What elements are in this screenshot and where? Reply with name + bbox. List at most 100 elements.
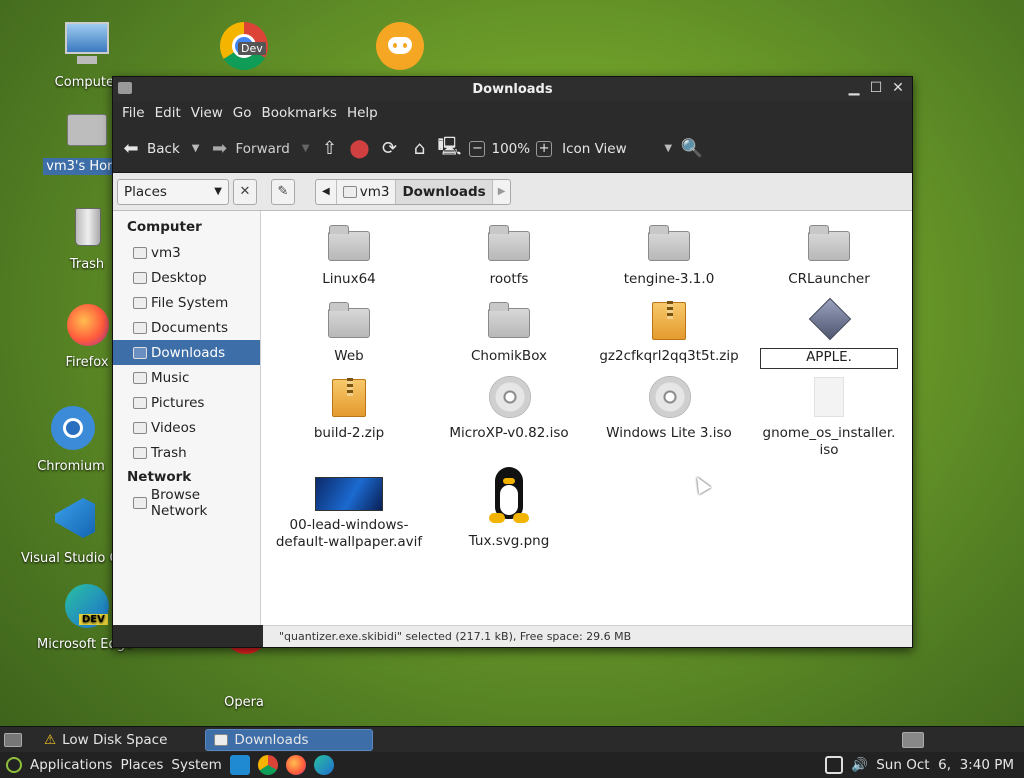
document-icon xyxy=(806,375,852,419)
computer-icon[interactable]: 🖳 xyxy=(437,136,461,159)
folder-icon xyxy=(133,396,147,409)
file-name: Linux64 xyxy=(322,271,376,287)
discord-icon[interactable] xyxy=(376,22,424,70)
back-button[interactable]: ⬅ Back ▼ xyxy=(121,138,200,159)
file-item[interactable]: gz2cfkqrl2qq3t5t.zip xyxy=(589,298,749,365)
file-item[interactable]: Linux64 xyxy=(269,221,429,288)
menu-view[interactable]: View xyxy=(186,105,228,121)
menu-file[interactable]: File xyxy=(117,105,150,121)
search-icon[interactable]: 🔍 xyxy=(681,138,703,159)
file-item[interactable]: Windows Lite 3.iso xyxy=(589,375,749,442)
applications-logo-icon[interactable] xyxy=(6,757,22,773)
task-low-disk-space[interactable]: ⚠ Low Disk Space xyxy=(36,729,175,751)
view-mode-select[interactable]: Icon View ▼ xyxy=(562,141,672,157)
breadcrumb-left-arrow[interactable]: ◀ xyxy=(316,179,337,204)
forward-button[interactable]: ➡ Forward ▼ xyxy=(209,138,310,159)
home-icon[interactable]: ⌂ xyxy=(409,138,429,159)
file-item[interactable]: build-2.zip xyxy=(269,375,429,442)
file-item[interactable]: Web xyxy=(269,298,429,365)
menu-go[interactable]: Go xyxy=(228,105,257,121)
file-item[interactable]: Tux.svg.png xyxy=(429,467,589,550)
edge-launcher-icon[interactable] xyxy=(313,755,334,775)
folder-icon xyxy=(118,82,132,94)
menu-places[interactable]: Places xyxy=(120,757,163,773)
file-item[interactable]: MicroXP-v0.82.iso xyxy=(429,375,589,442)
breadcrumb-downloads[interactable]: Downloads xyxy=(396,179,493,204)
folder-icon xyxy=(214,733,229,746)
menu-bookmarks[interactable]: Bookmarks xyxy=(257,105,342,121)
window-titlebar[interactable]: Downloads ▁ ☐ ✕ xyxy=(113,77,912,101)
folder-icon xyxy=(133,246,147,259)
file-item[interactable]: gnome_os_installer. iso xyxy=(749,375,909,459)
sidebar-item-documents[interactable]: Documents xyxy=(113,315,260,340)
desktop-icon-label: Firefox xyxy=(65,355,109,370)
sidebar-item-desktop[interactable]: Desktop xyxy=(113,265,260,290)
file-name: Web xyxy=(334,348,364,364)
file-name: MicroXP-v0.82.iso xyxy=(449,425,569,441)
sidebar-item-downloads[interactable]: Downloads xyxy=(113,340,260,365)
vscode-launcher-icon[interactable] xyxy=(229,755,250,775)
task-downloads[interactable]: Downloads xyxy=(205,728,374,751)
network-icon[interactable] xyxy=(825,756,844,774)
reload-icon[interactable]: ⟳ xyxy=(379,138,399,159)
content-area: Computer vm3 Desktop File System Documents Do… xyxy=(113,211,912,625)
rename-input[interactable]: APPLE. xyxy=(760,348,898,369)
menu-system[interactable]: System xyxy=(171,757,221,773)
close-button[interactable]: ✕ xyxy=(890,79,906,97)
breadcrumb-vm3[interactable]: vm3 xyxy=(337,179,397,204)
menu-edit[interactable]: Edit xyxy=(150,105,186,121)
minimize-button[interactable]: ▁ xyxy=(846,79,862,97)
desktop-opera[interactable]: Opera xyxy=(189,626,299,711)
sidebar-item-vm3[interactable]: vm3 xyxy=(113,240,260,265)
sidebar-item-trash[interactable]: Trash xyxy=(113,440,260,465)
chevron-down-icon: ▼ xyxy=(664,143,673,154)
sidebar-item-file-system[interactable]: File System xyxy=(113,290,260,315)
places-select[interactable]: Places ▼ xyxy=(117,178,229,205)
zoom-out-icon[interactable]: − xyxy=(469,140,486,157)
forward-arrow-icon: ➡ xyxy=(211,138,228,159)
file-item[interactable]: ChomikBox xyxy=(429,298,589,365)
sidebar-item-pictures[interactable]: Pictures xyxy=(113,390,260,415)
chrome-dev-icon[interactable]: Dev xyxy=(220,22,268,70)
firefox-icon xyxy=(61,300,113,350)
maximize-button[interactable]: ☐ xyxy=(868,79,884,97)
edit-location-button[interactable]: ✎ xyxy=(271,178,295,205)
file-item[interactable]: 00-lead-windows- default-wallpaper.avif xyxy=(269,467,429,551)
location-bar: Places ▼ ✕ ✎ ◀ vm3 Downloads ▶ xyxy=(113,173,912,211)
forward-dropdown-icon[interactable]: ▼ xyxy=(302,143,310,154)
sidebar-item-browse-network[interactable]: Browse Network xyxy=(113,487,260,519)
close-sidebar-button[interactable]: ✕ xyxy=(233,178,257,205)
folder-icon xyxy=(133,296,147,309)
chrome-launcher-icon[interactable] xyxy=(257,755,278,775)
workspace-icon[interactable] xyxy=(902,731,924,748)
file-name: gnome_os_installer. iso xyxy=(762,425,896,458)
back-dropdown-icon[interactable]: ▼ xyxy=(192,143,200,154)
vscode-icon xyxy=(47,496,99,546)
file-item[interactable]: rootfs xyxy=(429,221,589,288)
folder-icon xyxy=(646,221,692,265)
menu-help[interactable]: Help xyxy=(342,105,383,121)
show-desktop-icon[interactable] xyxy=(4,732,22,747)
sidebar: Computer vm3 Desktop File System Documents Do… xyxy=(113,211,261,625)
clock[interactable]: Sun Oct 6, 3:40 PM xyxy=(876,757,1014,773)
desktop-chromium[interactable]: Chromium xyxy=(16,404,126,475)
sidebar-item-music[interactable]: Music xyxy=(113,365,260,390)
volume-icon[interactable]: 🔊 xyxy=(851,757,868,773)
breadcrumb-right-arrow[interactable]: ▶ xyxy=(493,180,511,204)
up-arrow-icon[interactable]: ⇧ xyxy=(319,138,339,159)
edge-icon: DEV xyxy=(59,582,111,632)
firefox-launcher-icon[interactable] xyxy=(285,755,306,775)
sidebar-item-videos[interactable]: Videos xyxy=(113,415,260,440)
menu-applications[interactable]: Applications xyxy=(30,757,112,773)
file-item[interactable]: CRLauncher xyxy=(749,221,909,288)
file-item[interactable]: APPLE. xyxy=(749,297,909,369)
folder-icon xyxy=(326,221,372,265)
app-icon xyxy=(806,297,852,342)
file-name: Tux.svg.png xyxy=(468,533,550,549)
folder-icon xyxy=(486,298,532,342)
folder-icon xyxy=(806,221,852,265)
folder-icon xyxy=(133,321,147,334)
zoom-in-icon[interactable]: + xyxy=(536,140,553,157)
file-item[interactable]: tengine-3.1.0 xyxy=(589,221,749,288)
stop-icon[interactable]: ⬤ xyxy=(349,138,369,159)
